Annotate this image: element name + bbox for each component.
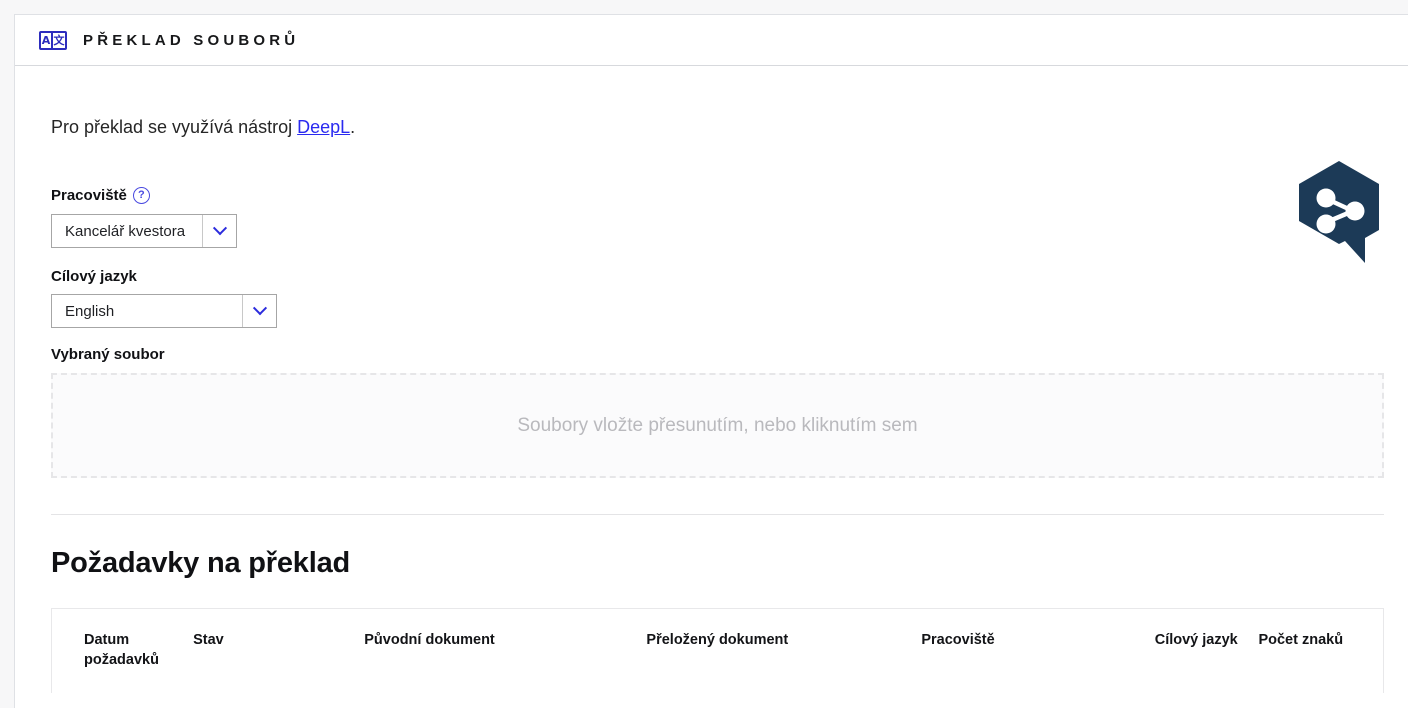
file-dropzone-text: Soubory vložte přesunutím, nebo kliknutí…	[517, 414, 918, 436]
column-header-workplace[interactable]: Pracoviště	[921, 609, 1154, 692]
language-label-row: Cílový jazyk	[51, 269, 1384, 284]
workplace-select[interactable]: Kancelář kvestora	[51, 214, 237, 249]
table-header-row: Datum požadavků Stav Původní dokument Př…	[52, 609, 1383, 692]
file-dropzone[interactable]: Soubory vložte přesunutím, nebo kliknutí…	[51, 373, 1384, 479]
app-title: PŘEKLAD SOUBORŮ	[83, 31, 300, 49]
language-field: Cílový jazyk English	[51, 269, 1384, 329]
column-header-date[interactable]: Datum požadavků	[52, 609, 193, 692]
column-header-language[interactable]: Cílový jazyk	[1155, 609, 1259, 692]
help-icon[interactable]: ?	[132, 187, 150, 205]
deepl-link[interactable]: DeepL	[297, 117, 350, 137]
share-network-logo	[1295, 159, 1383, 265]
requests-table-wrapper: Datum požadavků Stav Původní dokument Př…	[51, 608, 1384, 693]
column-header-original[interactable]: Původní dokument	[364, 609, 646, 692]
translate-icon: A 文	[39, 30, 67, 50]
app-page: A 文 PŘEKLAD SOUBORŮ Pro překlad se využí…	[0, 0, 1408, 708]
main-card: A 文 PŘEKLAD SOUBORŮ Pro překlad se využí…	[14, 14, 1408, 708]
section-divider	[51, 514, 1384, 516]
file-field: Vybraný soubor Soubory vložte přesunutím…	[51, 347, 1384, 479]
column-header-translated[interactable]: Přeložený dokument	[646, 609, 921, 692]
language-select-value: English	[65, 302, 115, 320]
column-header-state[interactable]: Stav	[193, 609, 364, 692]
translate-icon-latin-glyph: A	[41, 32, 53, 48]
requests-section-title: Požadavky na překlad	[51, 547, 351, 580]
app-header: A 文 PŘEKLAD SOUBORŮ	[15, 15, 1408, 66]
chevron-down-icon[interactable]	[242, 295, 276, 328]
workplace-select-value: Kancelář kvestora	[65, 222, 186, 240]
intro-text-after: .	[350, 117, 356, 137]
file-label-row: Vybraný soubor	[51, 347, 1384, 362]
column-header-chars[interactable]: Počet znaků	[1258, 609, 1383, 692]
intro-text-before: Pro překlad se využívá nástroj	[51, 117, 298, 137]
intro-text: Pro překlad se využívá nástroj DeepL.	[51, 116, 1384, 139]
file-label: Vybraný soubor	[51, 346, 165, 364]
workplace-label: Pracoviště	[51, 187, 127, 205]
requests-table-head: Datum požadavků Stav Původní dokument Př…	[52, 609, 1383, 692]
chevron-down-icon[interactable]	[202, 215, 236, 248]
language-select[interactable]: English	[51, 294, 277, 329]
card-body: Pro překlad se využívá nástroj DeepL. Pr…	[15, 66, 1408, 693]
workplace-field: Pracoviště ? Kancelář kvestora	[51, 187, 1384, 249]
language-label: Cílový jazyk	[51, 268, 137, 286]
translate-icon-cjk-glyph: 文	[53, 33, 65, 47]
requests-table: Datum požadavků Stav Původní dokument Př…	[52, 609, 1383, 692]
workplace-label-row: Pracoviště ?	[51, 187, 1384, 205]
